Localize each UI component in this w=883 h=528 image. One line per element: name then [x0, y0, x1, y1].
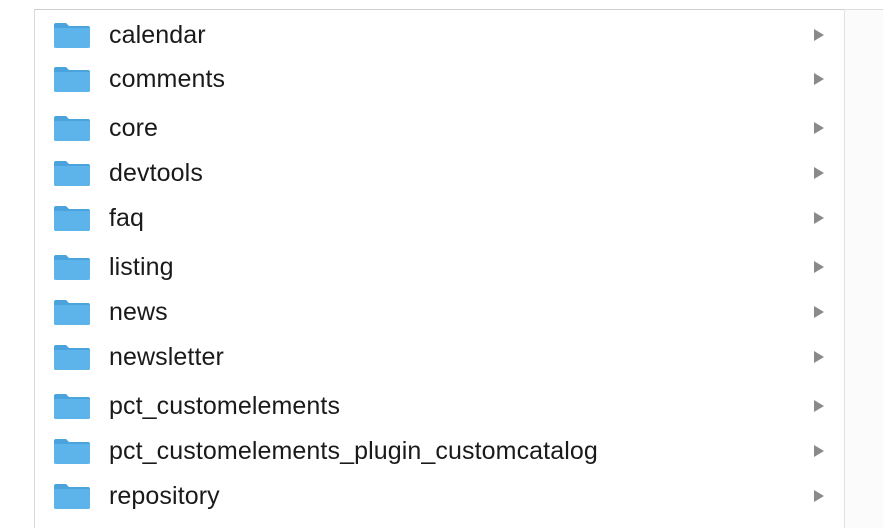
next-finder-column[interactable] [845, 9, 883, 528]
list-item-listing[interactable]: listing [35, 244, 844, 288]
folder-icon [54, 161, 90, 186]
disclosure-arrow-icon[interactable] [814, 490, 824, 502]
finder-window: calendar comments core devtools faq list… [0, 0, 883, 528]
list-item-newsletter[interactable]: newsletter [35, 334, 844, 378]
folder-icon [54, 255, 90, 280]
folder-label: pct_customelements_plugin_customcatalog [109, 437, 598, 465]
folder-icon [54, 300, 90, 325]
folder-label: repository [109, 482, 220, 510]
folder-icon [54, 345, 90, 370]
disclosure-arrow-icon[interactable] [814, 351, 824, 363]
folder-label: newsletter [109, 343, 224, 371]
folder-label: calendar [109, 21, 206, 49]
folder-label: news [109, 298, 168, 326]
folder-icon [54, 23, 90, 48]
list-item-comments[interactable]: comments [35, 56, 844, 100]
folder-icon [54, 206, 90, 231]
folder-label: faq [109, 204, 145, 232]
folder-icon [54, 394, 90, 419]
disclosure-arrow-icon[interactable] [814, 445, 824, 457]
folder-label: core [109, 114, 159, 142]
disclosure-arrow-icon[interactable] [814, 73, 824, 85]
disclosure-arrow-icon[interactable] [814, 29, 824, 41]
list-item-faq[interactable]: faq [35, 195, 844, 239]
list-item-calendar[interactable]: calendar [35, 12, 844, 56]
disclosure-arrow-icon[interactable] [814, 400, 824, 412]
list-item-devtools[interactable]: devtools [35, 150, 844, 194]
left-gutter [0, 0, 34, 528]
disclosure-arrow-icon[interactable] [814, 306, 824, 318]
folder-icon [54, 116, 90, 141]
finder-column[interactable]: calendar comments core devtools faq list… [34, 9, 844, 528]
folder-label: listing [109, 253, 174, 281]
folder-icon [54, 484, 90, 509]
folder-label: pct_customelements [109, 392, 341, 420]
disclosure-arrow-icon[interactable] [814, 167, 824, 179]
list-item-news[interactable]: news [35, 289, 844, 333]
folder-label: comments [109, 65, 226, 93]
list-item-pct-customelements-plugin-customcatalog[interactable]: pct_customelements_plugin_customcatalog [35, 428, 844, 472]
list-item-repository[interactable]: repository [35, 473, 844, 517]
list-item-core[interactable]: core [35, 105, 844, 149]
disclosure-arrow-icon[interactable] [814, 212, 824, 224]
disclosure-arrow-icon[interactable] [814, 261, 824, 273]
folder-icon [54, 439, 90, 464]
disclosure-arrow-icon[interactable] [814, 122, 824, 134]
folder-label: devtools [109, 159, 203, 187]
list-item-pct-customelements[interactable]: pct_customelements [35, 383, 844, 427]
folder-icon [54, 67, 90, 92]
